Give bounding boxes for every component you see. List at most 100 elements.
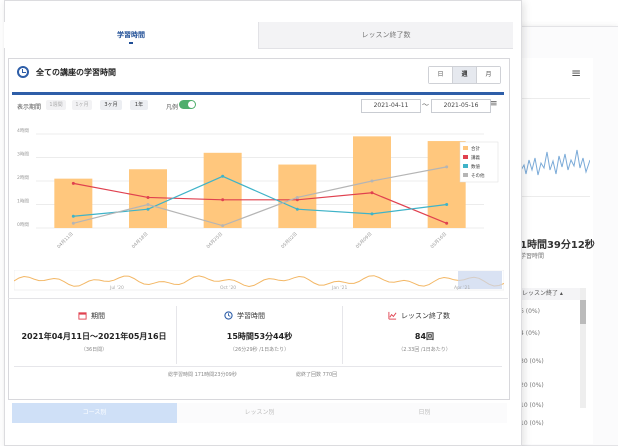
chart-menu-icon[interactable]: ≡ [490, 99, 498, 109]
legend-label: 凡例 [166, 104, 179, 111]
hamburger-menu-icon[interactable]: ≡ [571, 66, 581, 80]
legend-entry: 合計 [471, 145, 480, 152]
scrollbar-thumb[interactable] [580, 300, 586, 324]
x-tick-label: 04月25日 [205, 231, 224, 250]
column-header-lesson-complete[interactable]: レッスン終了 ▴ [520, 288, 580, 300]
tab-label: 学習時間 [117, 31, 145, 39]
divider [520, 196, 590, 197]
total-study-time: 総学習時間 171時間23分09秒 [168, 372, 237, 378]
total-completions: 総終了回数 770回 [296, 372, 338, 378]
sparkline-chart [520, 149, 590, 176]
x-tick-label: 05月02日 [280, 231, 299, 250]
table-row: 30 (0%) [520, 358, 544, 365]
data-point [146, 203, 150, 206]
chart-icon [388, 311, 397, 320]
navigator-label: Apr '21 [454, 285, 470, 291]
study-time-per-day: （26分29秒 /1日あたり） [229, 347, 290, 353]
y-tick-label: 3時間 [17, 152, 29, 158]
data-point [71, 181, 75, 185]
study-time-heading: 学習時間 [237, 312, 265, 320]
period-1week-button[interactable]: 1週間 [46, 100, 66, 110]
y-tick-label: 0時間 [17, 222, 29, 228]
legend-swatch [463, 173, 468, 177]
tab-by-lesson[interactable]: レッスン別 [177, 403, 342, 423]
data-point [370, 179, 374, 183]
tab-bar: 学習時間 レッスン終了数 [4, 22, 513, 49]
study-time-chart: 0時間 1時間 2時間 3時間 4時間 04月11日 04月18日 04月25日 05月02日 0… [17, 128, 499, 250]
data-point [146, 195, 150, 199]
data-point [445, 221, 449, 225]
table-row: 20 (0%) [520, 382, 544, 389]
display-period-label: 表示期間 [17, 104, 42, 111]
lesson-count-heading: レッスン終了数 [401, 312, 450, 320]
range-day-button[interactable]: 日 [429, 67, 452, 83]
range-navigator[interactable]: Jul '20 Oct '20 Jan '21 Apr '21 [14, 270, 504, 296]
period-heading: 期間 [91, 312, 105, 320]
legend-toggle[interactable] [179, 100, 196, 109]
tab-by-course[interactable]: コース別 [12, 403, 177, 423]
navigator-label: Oct '20 [220, 285, 236, 291]
clock-icon [224, 311, 233, 320]
bar [203, 152, 242, 228]
x-tick-label: 04月18日 [131, 231, 150, 250]
divider [520, 98, 590, 99]
tab-lesson-completions[interactable]: レッスン終了数 [258, 22, 513, 49]
data-point [370, 191, 374, 195]
table-row: 10 (0%) [520, 420, 544, 427]
data-point [146, 207, 150, 211]
navigator-label: Jan '21 [331, 285, 347, 291]
active-tab-indicator [129, 42, 133, 44]
legend-entry: その他 [471, 172, 485, 179]
table-row: 10 (0%) [520, 402, 544, 409]
data-point [71, 214, 75, 218]
tab-study-time[interactable]: 学習時間 [4, 22, 258, 48]
y-tick-label: 1時間 [17, 199, 29, 205]
calendar-icon [78, 312, 87, 320]
panel-accent-bar [12, 92, 504, 95]
data-point [221, 198, 225, 202]
legend-swatch [463, 146, 468, 150]
lesson-count-value: 84回 [414, 332, 435, 341]
data-point [221, 174, 225, 178]
period-1month-button[interactable]: 1ヶ月 [72, 100, 92, 110]
data-point [370, 212, 374, 216]
x-tick-label: 04月11日 [56, 231, 75, 250]
range-week-button[interactable]: 週 [452, 67, 476, 83]
clock-icon [17, 66, 29, 78]
table-row: 6 (0%) [520, 308, 540, 315]
panel-title: 全ての講座の学習時間 [36, 68, 116, 77]
legend-swatch [463, 164, 468, 168]
divider [8, 298, 508, 299]
period-value: 2021年04月11日〜2021年05月16日 [21, 332, 167, 341]
data-point [295, 207, 299, 211]
x-tick-label: 05月16日 [429, 231, 448, 250]
data-point [445, 203, 449, 206]
summary-time-label: 学習時間 [520, 253, 545, 260]
study-time-value: 15時間53分44秒 [226, 332, 293, 341]
x-tick-label: 05月09日 [355, 231, 374, 250]
divider [14, 366, 502, 367]
y-tick-label: 4時間 [17, 128, 29, 134]
data-point [221, 224, 225, 228]
legend-entry: 講義 [471, 154, 480, 161]
date-from-input[interactable]: 2021-04-11 [361, 99, 421, 113]
granularity-toggle: 日 週 月 [428, 66, 501, 84]
period-1year-button[interactable]: 1年 [130, 100, 148, 110]
period-3months-button[interactable]: 3ヶ月 [100, 100, 122, 110]
navigator-frame [14, 270, 504, 291]
summary-time: 1時間39分12秒 [520, 240, 595, 251]
data-point [295, 195, 299, 199]
tab-by-day[interactable]: 日別 [342, 403, 507, 423]
lesson-count-per-day: （2.33回 /1日あたり） [398, 347, 451, 353]
navigator-label: Jul '20 [109, 285, 124, 291]
range-month-button[interactable]: 月 [476, 67, 500, 83]
data-point [71, 221, 75, 225]
date-range-separator: 〜 [422, 101, 429, 109]
table-row: 4 (0%) [520, 330, 540, 337]
date-to-input[interactable]: 2021-05-16 [431, 99, 491, 113]
legend-swatch [463, 155, 468, 159]
period-days: （36日間） [80, 347, 108, 353]
data-point [445, 165, 449, 169]
y-tick-label: 2時間 [17, 175, 29, 181]
legend-entry: 数値 [471, 163, 480, 170]
